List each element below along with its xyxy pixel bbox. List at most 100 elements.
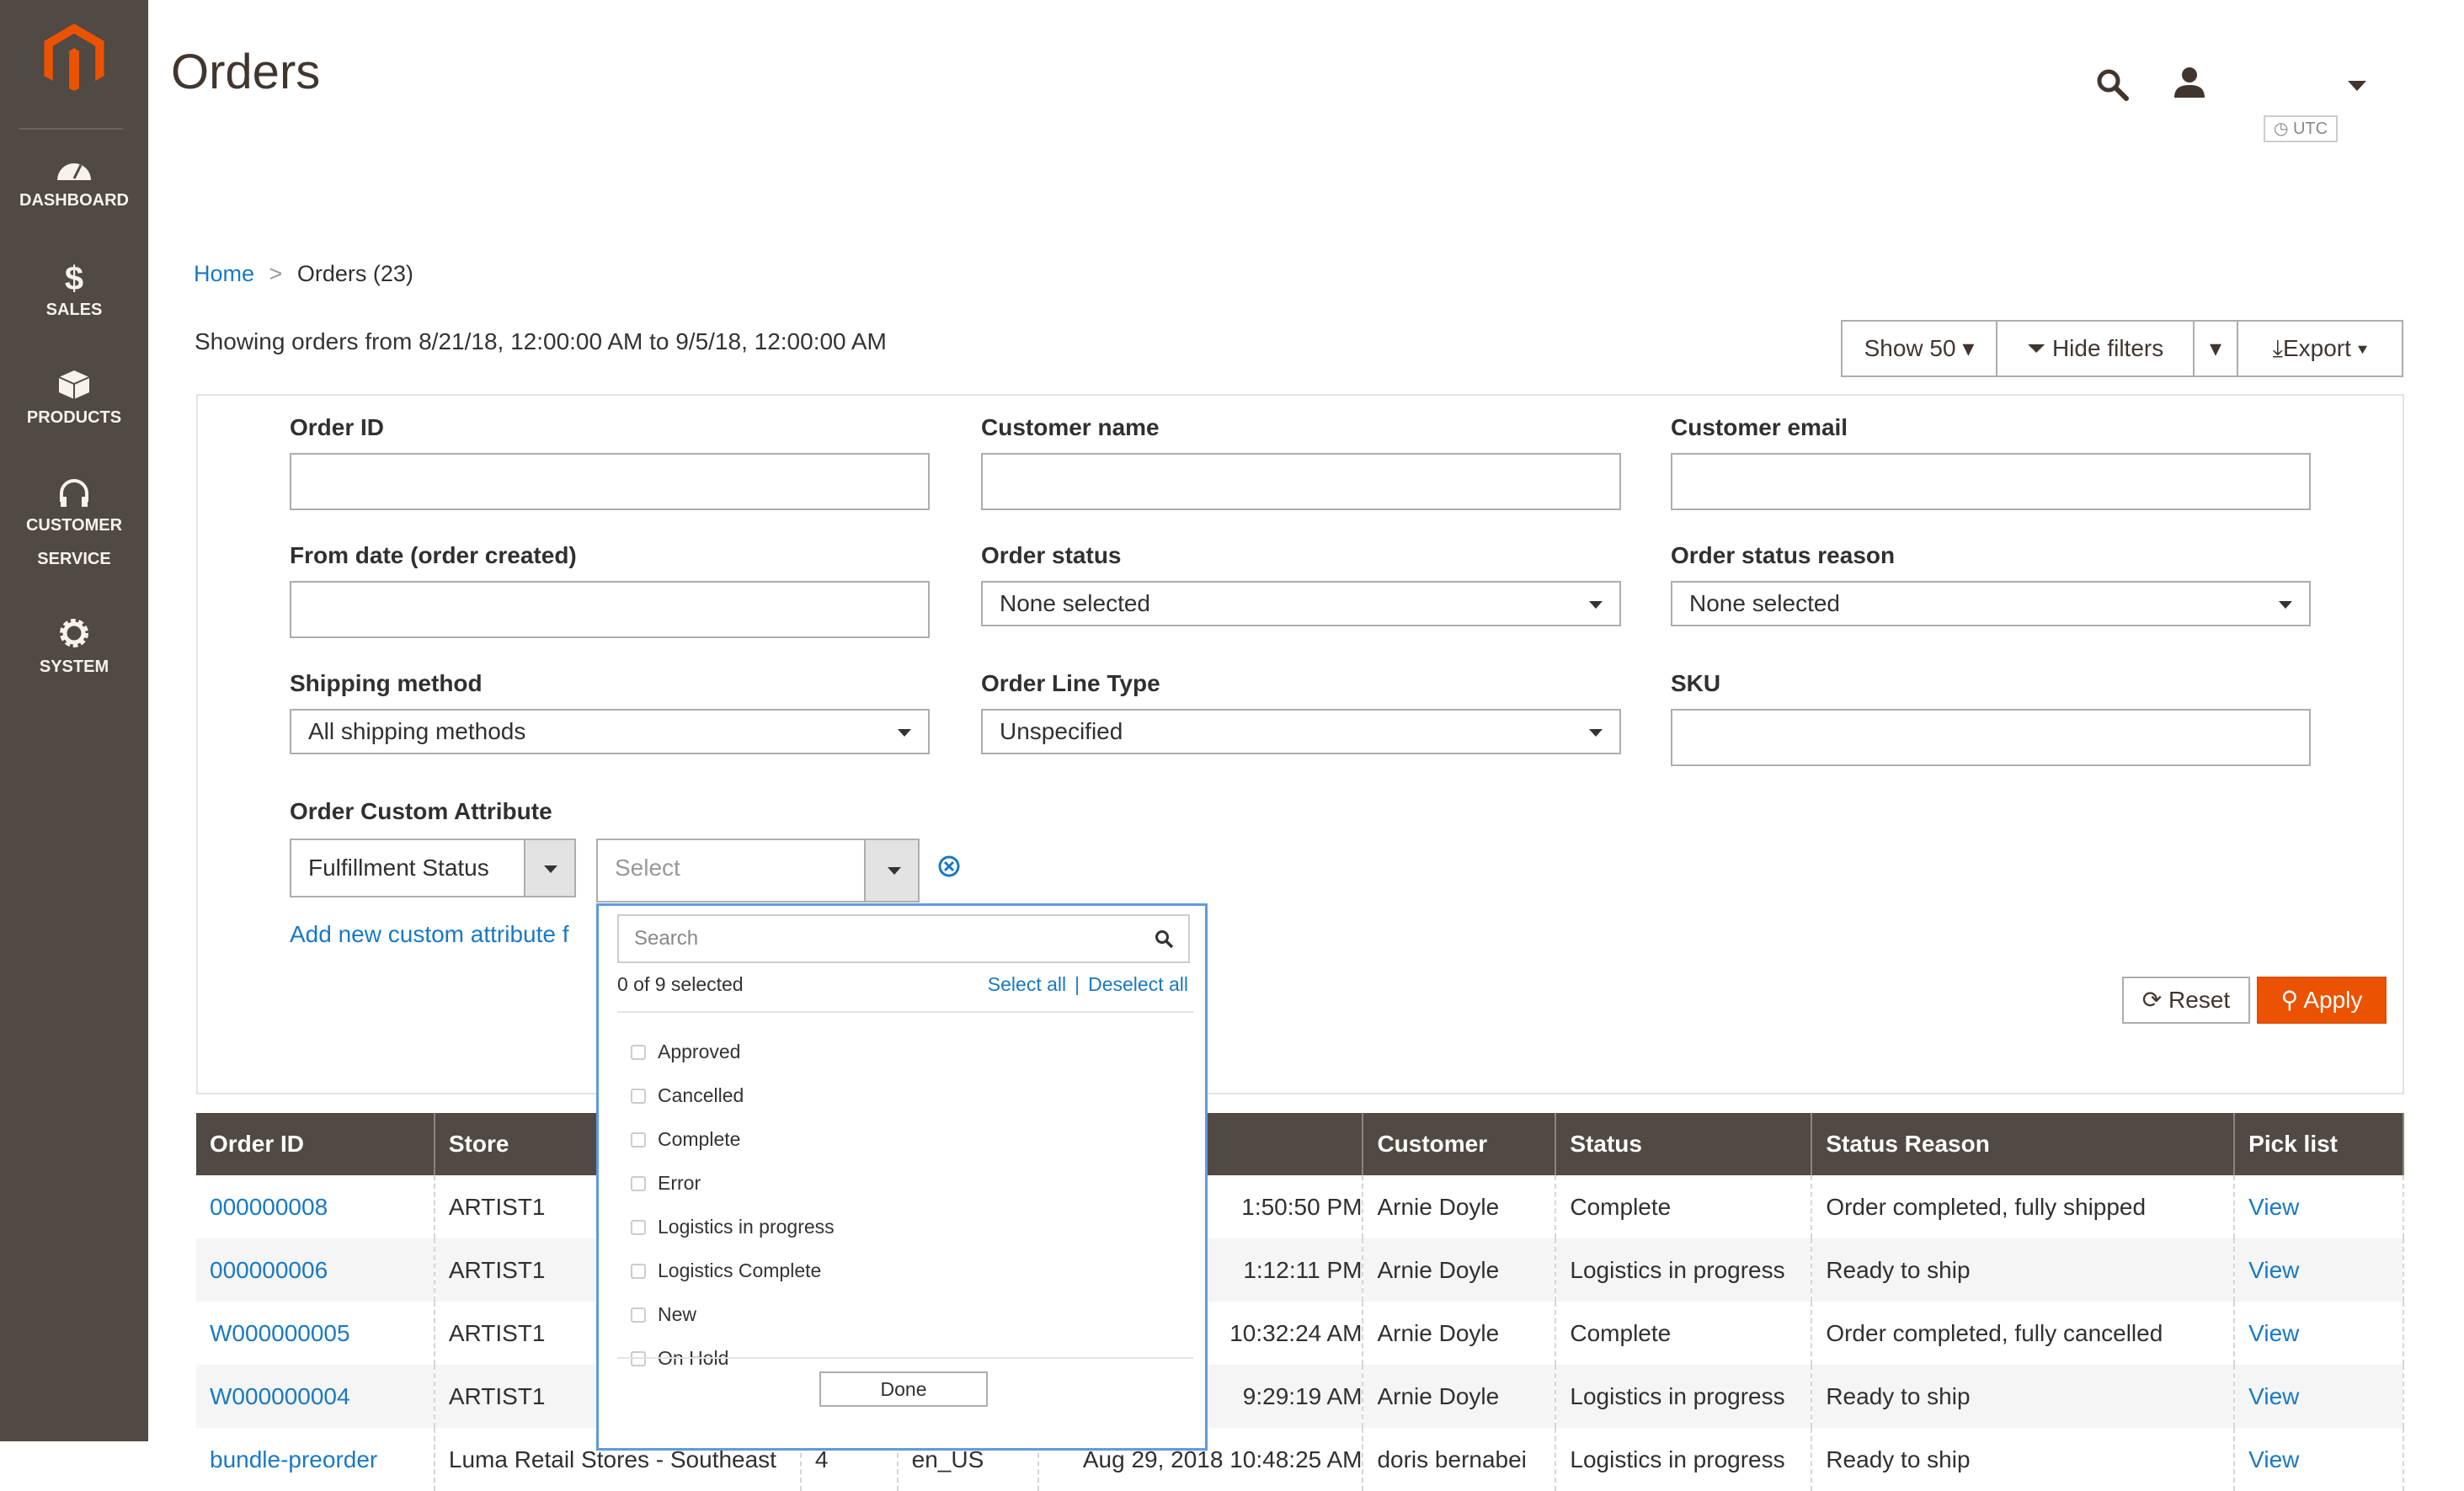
apply-button[interactable]: ⚲ Apply — [2257, 977, 2387, 1024]
from-date-input[interactable] — [290, 581, 930, 638]
option-label: Logistics in progress — [658, 1216, 835, 1238]
table-cell: Arnie Doyle — [1363, 1175, 1557, 1238]
clear-circle-icon[interactable] — [936, 854, 962, 879]
option-complete[interactable]: Complete — [631, 1128, 740, 1151]
table-cell: Arnie Doyle — [1363, 1365, 1557, 1428]
customer-name-input[interactable] — [981, 453, 1621, 510]
column-header[interactable]: Customer — [1363, 1113, 1557, 1175]
custom-attribute-value-select[interactable]: Select — [596, 839, 920, 903]
sidebar-item-label: CUSTOMER — [25, 516, 123, 535]
option-new[interactable]: New — [631, 1303, 696, 1326]
sidebar-item-sales[interactable]: $ SALES — [0, 261, 148, 327]
order-status-select[interactable]: None selected — [981, 581, 1621, 626]
option-logistics-complete[interactable]: Logistics Complete — [631, 1259, 821, 1282]
view-link[interactable]: View — [2248, 1320, 2299, 1346]
table-cell: Order completed, fully cancelled — [1811, 1302, 2236, 1365]
table-cell: View — [2234, 1175, 2404, 1238]
view-link[interactable]: View — [2248, 1257, 2299, 1283]
hide-filters-button[interactable]: ⏷ Hide filters — [1996, 320, 2195, 377]
option-error[interactable]: Error — [631, 1172, 701, 1195]
option-approved[interactable]: Approved — [631, 1041, 740, 1063]
checkbox[interactable] — [631, 1219, 646, 1235]
checkbox[interactable] — [631, 1175, 646, 1191]
dropdown-search-input[interactable]: Search — [617, 914, 1190, 963]
table-row: W000000005 ARTIST1 10:32:24 AM Arnie Doyle C… — [196, 1302, 2404, 1365]
option-label: Approved — [658, 1041, 741, 1062]
order-id-label: Order ID — [290, 414, 385, 440]
sidebar-item-dashboard[interactable]: DASHBOARD — [0, 153, 148, 217]
sidebar-divider — [19, 128, 123, 130]
column-header[interactable]: Status — [1555, 1113, 1813, 1175]
column-header[interactable]: Status Reason — [1811, 1113, 2236, 1175]
search-icon[interactable] — [2095, 67, 2131, 103]
view-link[interactable]: View — [2248, 1383, 2299, 1409]
sidebar-item-customer-service[interactable]: CUSTOMER SERVICE — [0, 477, 148, 576]
sidebar-item-label: SYSTEM — [39, 658, 109, 676]
checkbox[interactable] — [631, 1132, 646, 1148]
svg-text:$: $ — [65, 261, 83, 293]
option-label: Logistics Complete — [658, 1259, 822, 1281]
custom-attribute-select[interactable]: Fulfillment Status — [290, 839, 576, 897]
reset-button[interactable]: ⟳ Reset — [2122, 977, 2250, 1024]
table-cell: View — [2234, 1302, 2404, 1365]
order-status-label: Order status — [981, 542, 1122, 568]
deselect-all-link[interactable]: Deselect all — [1088, 973, 1188, 995]
table-row: 000000008 ARTIST1 1:50:50 PM Arnie Doyle Com… — [196, 1175, 2404, 1238]
table-row: bundle-preorder Luma Retail Stores - Sout… — [196, 1428, 2404, 1491]
table-cell: bundle-preorder — [196, 1428, 435, 1491]
filters-dropdown-button[interactable]: ▾ — [2193, 320, 2238, 377]
order-id-link[interactable]: W000000004 — [210, 1383, 350, 1409]
column-header[interactable]: Pick list — [2234, 1113, 2404, 1175]
customer-email-input[interactable] — [1671, 453, 2311, 510]
magento-logo-icon[interactable] — [44, 24, 104, 91]
order-id-link[interactable]: bundle-preorder — [210, 1446, 377, 1472]
download-icon: ⤓ — [2272, 335, 2283, 361]
timezone-label: UTC — [2292, 120, 2328, 138]
export-button[interactable]: ⤓Export ▾ — [2237, 320, 2403, 377]
table-header-row: Order ID Store Customer Status Status Reason… — [196, 1113, 2404, 1175]
select-all-link[interactable]: Select all — [988, 973, 1066, 995]
custom-attribute-label: Order Custom Attribute — [290, 798, 552, 824]
order-id-link[interactable]: W000000005 — [210, 1320, 350, 1346]
sidebar-item-label: PRODUCTS — [26, 408, 122, 427]
sku-input[interactable] — [1671, 709, 2311, 766]
checkbox[interactable] — [631, 1044, 646, 1060]
dollar-icon: $ — [65, 261, 83, 293]
user-icon[interactable] — [2173, 66, 2206, 99]
checkbox[interactable] — [631, 1307, 646, 1323]
date-range-text: Showing orders from 8/21/18, 12:00:00 AM… — [195, 328, 887, 354]
table-row: W000000004 ARTIST1 9:29:19 AM Arnie Doyle Lo… — [196, 1365, 2404, 1428]
done-button[interactable]: Done — [819, 1371, 988, 1407]
view-link[interactable]: View — [2248, 1194, 2299, 1220]
checkbox[interactable] — [631, 1263, 646, 1279]
table-row: 000000006 ARTIST1 1:12:11 PM Arnie Doyle Log… — [196, 1238, 2404, 1302]
table-cell: Logistics in progress — [1555, 1365, 1813, 1428]
view-link[interactable]: View — [2248, 1446, 2299, 1472]
filter-icon: ⏷ — [2026, 335, 2046, 361]
table-cell: Ready to ship — [1811, 1238, 2236, 1302]
checkbox[interactable] — [631, 1088, 646, 1104]
order-line-type-label: Order Line Type — [981, 670, 1160, 696]
sidebar-item-label: SERVICE — [37, 550, 111, 568]
option-label: Complete — [658, 1128, 741, 1150]
sidebar-item-system[interactable]: SYSTEM — [0, 616, 148, 684]
chevron-down-icon — [1589, 729, 1603, 737]
option-logistics-in-progress[interactable]: Logistics in progress — [631, 1216, 835, 1238]
account-dropdown-caret-icon[interactable] — [2348, 81, 2366, 93]
shipping-method-select[interactable]: All shipping methods — [290, 709, 930, 754]
breadcrumb-home[interactable]: Home — [194, 261, 254, 286]
customer-email-label: Customer email — [1671, 414, 1848, 440]
order-id-link[interactable]: 000000006 — [210, 1257, 328, 1283]
table-cell: W000000004 — [196, 1365, 435, 1428]
add-custom-attribute-link[interactable]: Add new custom attribute f — [290, 921, 569, 948]
order-line-type-select[interactable]: Unspecified — [981, 709, 1621, 754]
chevron-down-icon — [1589, 601, 1603, 609]
column-header[interactable]: Order ID — [196, 1113, 435, 1175]
show-per-page-button[interactable]: Show 50 ▾ — [1841, 320, 1997, 377]
order-id-input[interactable] — [290, 453, 930, 510]
option-cancelled[interactable]: Cancelled — [631, 1084, 744, 1107]
order-status-reason-select[interactable]: None selected — [1671, 581, 2311, 626]
order-id-link[interactable]: 000000008 — [210, 1194, 328, 1220]
breadcrumb-current: Orders (23) — [296, 261, 413, 286]
sidebar-item-products[interactable]: PRODUCTS — [0, 369, 148, 434]
